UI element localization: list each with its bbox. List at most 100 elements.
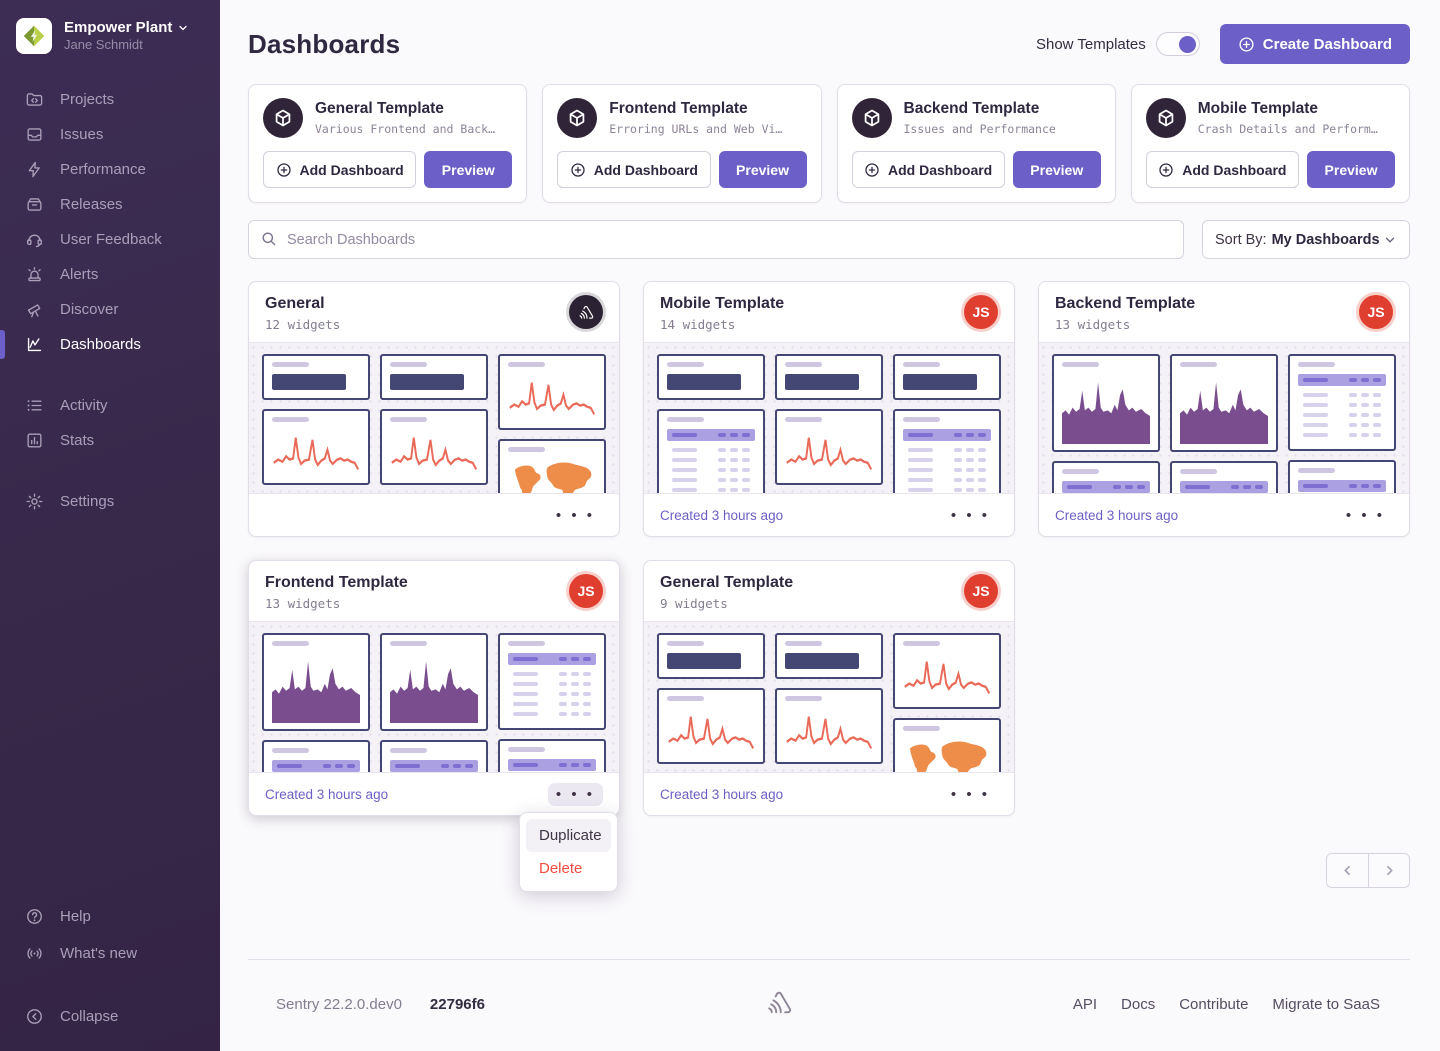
widget-thumb-tablecut xyxy=(1052,461,1160,494)
dashboard-preview xyxy=(644,342,1014,494)
sidebar: Empower Plant Jane Schmidt Projects Issu… xyxy=(0,0,220,1051)
preview-button[interactable]: Preview xyxy=(424,151,512,188)
toggle-knob xyxy=(1179,36,1196,53)
widget-thumb-big xyxy=(775,354,883,400)
widget-thumb-big xyxy=(262,354,370,400)
created-label: Created 3 hours ago xyxy=(1055,508,1178,523)
add-dashboard-button[interactable]: Add Dashboard xyxy=(852,151,1005,188)
ellipsis-menu-button[interactable]: • • • xyxy=(548,504,603,527)
help-icon xyxy=(25,907,44,926)
template-description: Issues and Performance xyxy=(904,122,1056,136)
chevron-down-icon xyxy=(177,22,189,34)
sentry-logo-icon xyxy=(764,987,794,1021)
ellipsis-menu-button[interactable]: • • • xyxy=(548,783,603,806)
dashboard-card-backend-template[interactable]: Backend Template 13 widgets JS Created 3… xyxy=(1038,281,1410,537)
widget-thumb-map xyxy=(498,439,606,494)
add-dashboard-button[interactable]: Add Dashboard xyxy=(263,151,416,188)
dashboard-card-general[interactable]: General 12 widgets • • • xyxy=(248,281,620,537)
context-menu-item-delete[interactable]: Delete xyxy=(526,852,611,885)
footer-link-docs[interactable]: Docs xyxy=(1121,996,1155,1013)
sidebar-item-issues[interactable]: Issues xyxy=(0,117,220,152)
widget-thumb-line xyxy=(262,409,370,485)
dashboard-card-mobile-template[interactable]: Mobile Template 14 widgets JS Created 3 … xyxy=(643,281,1015,537)
line-chart-thumb xyxy=(667,708,755,756)
sidebar-item-user-feedback[interactable]: User Feedback xyxy=(0,222,220,257)
ellipsis-menu-button[interactable]: • • • xyxy=(1338,504,1393,527)
search-icon xyxy=(260,230,277,252)
sidebar-item-settings[interactable]: Settings xyxy=(0,484,220,519)
add-dashboard-button[interactable]: Add Dashboard xyxy=(1146,151,1299,188)
widget-thumb-tablecut xyxy=(498,739,606,773)
widget-count: 13 widgets xyxy=(1055,317,1195,332)
widget-thumb-map xyxy=(893,718,1001,773)
sidebar-item-projects[interactable]: Projects xyxy=(0,82,220,117)
cube-icon xyxy=(263,98,303,138)
whats-new-icon xyxy=(25,944,44,963)
show-templates-label: Show Templates xyxy=(1036,36,1146,53)
line-chart-thumb xyxy=(390,429,478,477)
widget-count: 13 widgets xyxy=(265,596,408,611)
widget-thumb-area xyxy=(1170,354,1278,452)
footer-link-migrate-to-saas[interactable]: Migrate to SaaS xyxy=(1272,996,1380,1013)
sidebar-item-collapse[interactable]: Collapse xyxy=(0,998,220,1035)
dashboard-title: Mobile Template xyxy=(660,295,784,313)
preview-button[interactable]: Preview xyxy=(1013,151,1101,188)
sidebar-item-releases[interactable]: Releases xyxy=(0,187,220,222)
widget-thumb-area xyxy=(380,633,488,731)
dashboard-card-general-template[interactable]: General Template 9 widgets JS Created 3 … xyxy=(643,560,1015,816)
line-chart-thumb xyxy=(272,429,360,477)
sidebar-item-performance[interactable]: Performance xyxy=(0,152,220,187)
issues-icon xyxy=(25,125,44,144)
user-avatar: JS xyxy=(964,295,998,329)
area-chart-thumb xyxy=(1062,374,1150,444)
line-chart-thumb xyxy=(785,708,873,756)
projects-icon xyxy=(25,90,44,109)
footer-link-api[interactable]: API xyxy=(1073,996,1097,1013)
footer-link-contribute[interactable]: Contribute xyxy=(1179,996,1248,1013)
org-user-name: Jane Schmidt xyxy=(64,37,189,53)
stats-icon xyxy=(25,431,44,450)
activity-icon xyxy=(25,396,44,415)
chevron-right-icon xyxy=(1382,863,1397,878)
pagination-prev-button[interactable] xyxy=(1327,854,1368,887)
collapse-icon xyxy=(25,1007,44,1026)
settings-icon xyxy=(25,492,44,511)
widget-thumb-big xyxy=(380,354,488,400)
show-templates-toggle[interactable] xyxy=(1156,32,1200,56)
create-dashboard-button[interactable]: Create Dashboard xyxy=(1220,24,1410,64)
preview-button[interactable]: Preview xyxy=(719,151,807,188)
search-row: Sort By:My Dashboards xyxy=(248,220,1410,259)
sidebar-item-dashboards[interactable]: Dashboards xyxy=(0,327,220,362)
alerts-icon xyxy=(25,265,44,284)
sidebar-item-help[interactable]: Help xyxy=(0,898,220,935)
dashboard-card-frontend-template[interactable]: Frontend Template 13 widgets JS Created … xyxy=(248,560,620,816)
line-chart-thumb xyxy=(508,374,596,422)
sidebar-item-stats[interactable]: Stats xyxy=(0,423,220,458)
cube-icon xyxy=(1146,98,1186,138)
add-dashboard-button[interactable]: Add Dashboard xyxy=(557,151,710,188)
sidebar-nav: Projects Issues Performance Releases Use… xyxy=(0,82,220,884)
world-map-thumb xyxy=(903,738,991,773)
sidebar-item-discover[interactable]: Discover xyxy=(0,292,220,327)
template-cards-row: General Template Various Frontend and Ba… xyxy=(248,84,1410,203)
template-card-general-template: General Template Various Frontend and Ba… xyxy=(248,84,527,203)
world-map-thumb xyxy=(508,459,596,494)
preview-button[interactable]: Preview xyxy=(1307,151,1395,188)
user-avatar: JS xyxy=(1359,295,1393,329)
sentry-avatar xyxy=(569,295,603,329)
page-header: Dashboards Show Templates Create Dashboa… xyxy=(248,24,1410,64)
template-description: Erroring URLs and Web Vi… xyxy=(609,122,782,136)
pagination-next-button[interactable] xyxy=(1368,854,1409,887)
sidebar-item-what-s-new[interactable]: What's new xyxy=(0,935,220,972)
area-chart-thumb xyxy=(272,653,360,723)
sort-by-dropdown[interactable]: Sort By:My Dashboards xyxy=(1202,220,1410,259)
sidebar-item-activity[interactable]: Activity xyxy=(0,388,220,423)
widget-count: 12 widgets xyxy=(265,317,340,332)
ellipsis-menu-button[interactable]: • • • xyxy=(943,783,998,806)
ellipsis-menu-button[interactable]: • • • xyxy=(943,504,998,527)
sidebar-item-alerts[interactable]: Alerts xyxy=(0,257,220,292)
context-menu-item-duplicate[interactable]: Duplicate xyxy=(526,819,611,852)
pagination xyxy=(248,853,1410,888)
org-switcher[interactable]: Empower Plant Jane Schmidt xyxy=(0,0,220,68)
search-input[interactable] xyxy=(248,220,1184,259)
